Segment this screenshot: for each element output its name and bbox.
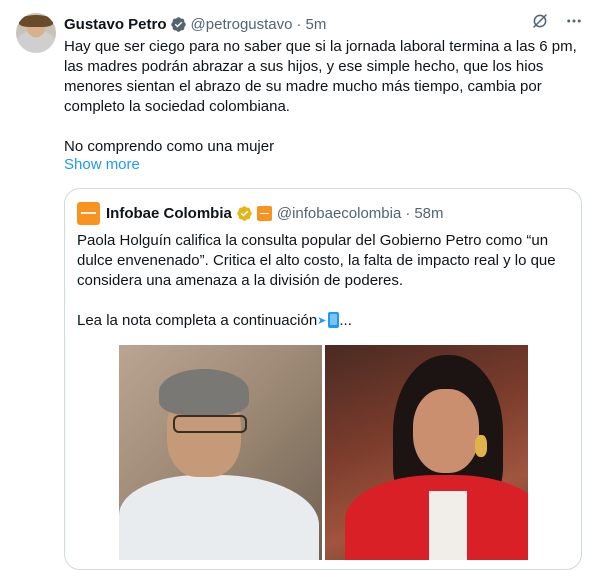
org-affiliation-badge-icon[interactable] bbox=[256, 205, 272, 221]
quote-media[interactable] bbox=[119, 345, 528, 560]
quote-text: Paola Holguín califica la consulta popul… bbox=[77, 231, 569, 331]
quote-author-name[interactable]: Infobae Colombia bbox=[106, 205, 232, 222]
quote-paragraph-2-text: Lea la nota completa a continuación bbox=[77, 312, 318, 329]
verified-badge-icon bbox=[170, 16, 186, 32]
quote-author-avatar[interactable] bbox=[77, 201, 100, 225]
photo-woman-in-red-jacket[interactable] bbox=[325, 345, 528, 560]
quoted-tweet[interactable]: Infobae Colombia @infobaecolombia · 58m … bbox=[64, 188, 582, 570]
more-options-icon[interactable] bbox=[565, 12, 583, 30]
paragraph-spacer bbox=[77, 291, 569, 311]
author-avatar[interactable] bbox=[16, 13, 56, 53]
quote-paragraph-1: Paola Holguín califica la consulta popul… bbox=[77, 232, 556, 289]
mobile-phone-icon bbox=[328, 312, 340, 328]
gold-verified-badge-icon bbox=[237, 205, 252, 221]
separator-dot: · bbox=[405, 204, 411, 222]
quote-header: Infobae Colombia @infobaecolombia · 58m bbox=[77, 201, 444, 225]
arrow-icon: ➤ bbox=[317, 315, 327, 327]
tweet-paragraph-1: Hay que ser ciego para no saber que si l… bbox=[64, 38, 577, 115]
header-actions bbox=[531, 12, 583, 30]
author-handle[interactable]: @petrogustavo bbox=[191, 16, 293, 33]
tweet-paragraph-2: No comprendo como una mujer bbox=[64, 138, 275, 155]
tweet-text: Hay que ser ciego para no saber que si l… bbox=[64, 37, 584, 157]
show-more-link[interactable]: Show more bbox=[64, 156, 140, 173]
paragraph-spacer bbox=[64, 117, 584, 137]
grok-icon[interactable] bbox=[531, 12, 549, 30]
author-name[interactable]: Gustavo Petro bbox=[64, 16, 167, 33]
quote-author-handle[interactable]: @infobaecolombia bbox=[277, 205, 401, 222]
separator-dot: · bbox=[296, 15, 302, 33]
tweet-timestamp[interactable]: 5m bbox=[305, 16, 326, 33]
tweet-header: Gustavo Petro @petrogustavo · 5m bbox=[64, 14, 326, 34]
tweet[interactable]: Gustavo Petro @petrogustavo · 5m Hay que… bbox=[0, 0, 603, 570]
quote-timestamp[interactable]: 58m bbox=[414, 205, 443, 222]
quote-ellipsis: ... bbox=[339, 312, 352, 329]
quote-paragraph-2: Lea la nota completa a continuación➤... bbox=[77, 311, 569, 331]
photo-man-with-glasses[interactable] bbox=[119, 345, 322, 560]
